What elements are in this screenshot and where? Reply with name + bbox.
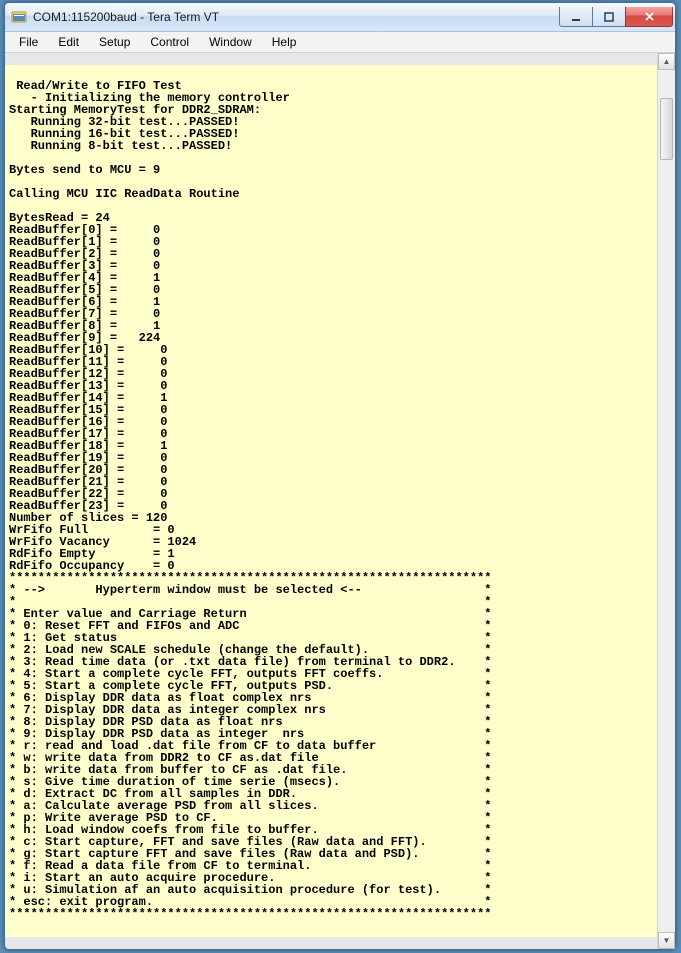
app-icon <box>11 9 27 25</box>
vertical-scrollbar[interactable]: ▲ ▼ <box>657 53 675 949</box>
menu-item-edit[interactable]: Edit <box>48 33 89 51</box>
minimize-button[interactable] <box>559 7 593 27</box>
scroll-up-button[interactable]: ▲ <box>658 53 675 70</box>
terminal-output[interactable]: Read/Write to FIFO Test - Initializing t… <box>5 65 657 937</box>
scroll-down-button[interactable]: ▼ <box>658 932 675 949</box>
maximize-button[interactable] <box>592 7 626 27</box>
window-title: COM1:115200baud - Tera Term VT <box>33 10 560 24</box>
title-bar[interactable]: COM1:115200baud - Tera Term VT <box>5 3 675 32</box>
terminal-area: Read/Write to FIFO Test - Initializing t… <box>5 53 675 949</box>
menu-item-file[interactable]: File <box>9 33 48 51</box>
menu-item-window[interactable]: Window <box>199 33 262 51</box>
menu-bar: FileEditSetupControlWindowHelp <box>5 32 675 53</box>
menu-item-help[interactable]: Help <box>262 33 307 51</box>
menu-item-setup[interactable]: Setup <box>89 33 140 51</box>
window-buttons <box>560 7 673 27</box>
scroll-thumb[interactable] <box>660 98 673 160</box>
app-window: COM1:115200baud - Tera Term VT FileEditS… <box>4 2 676 950</box>
close-button[interactable] <box>625 7 673 27</box>
menu-item-control[interactable]: Control <box>140 33 199 51</box>
